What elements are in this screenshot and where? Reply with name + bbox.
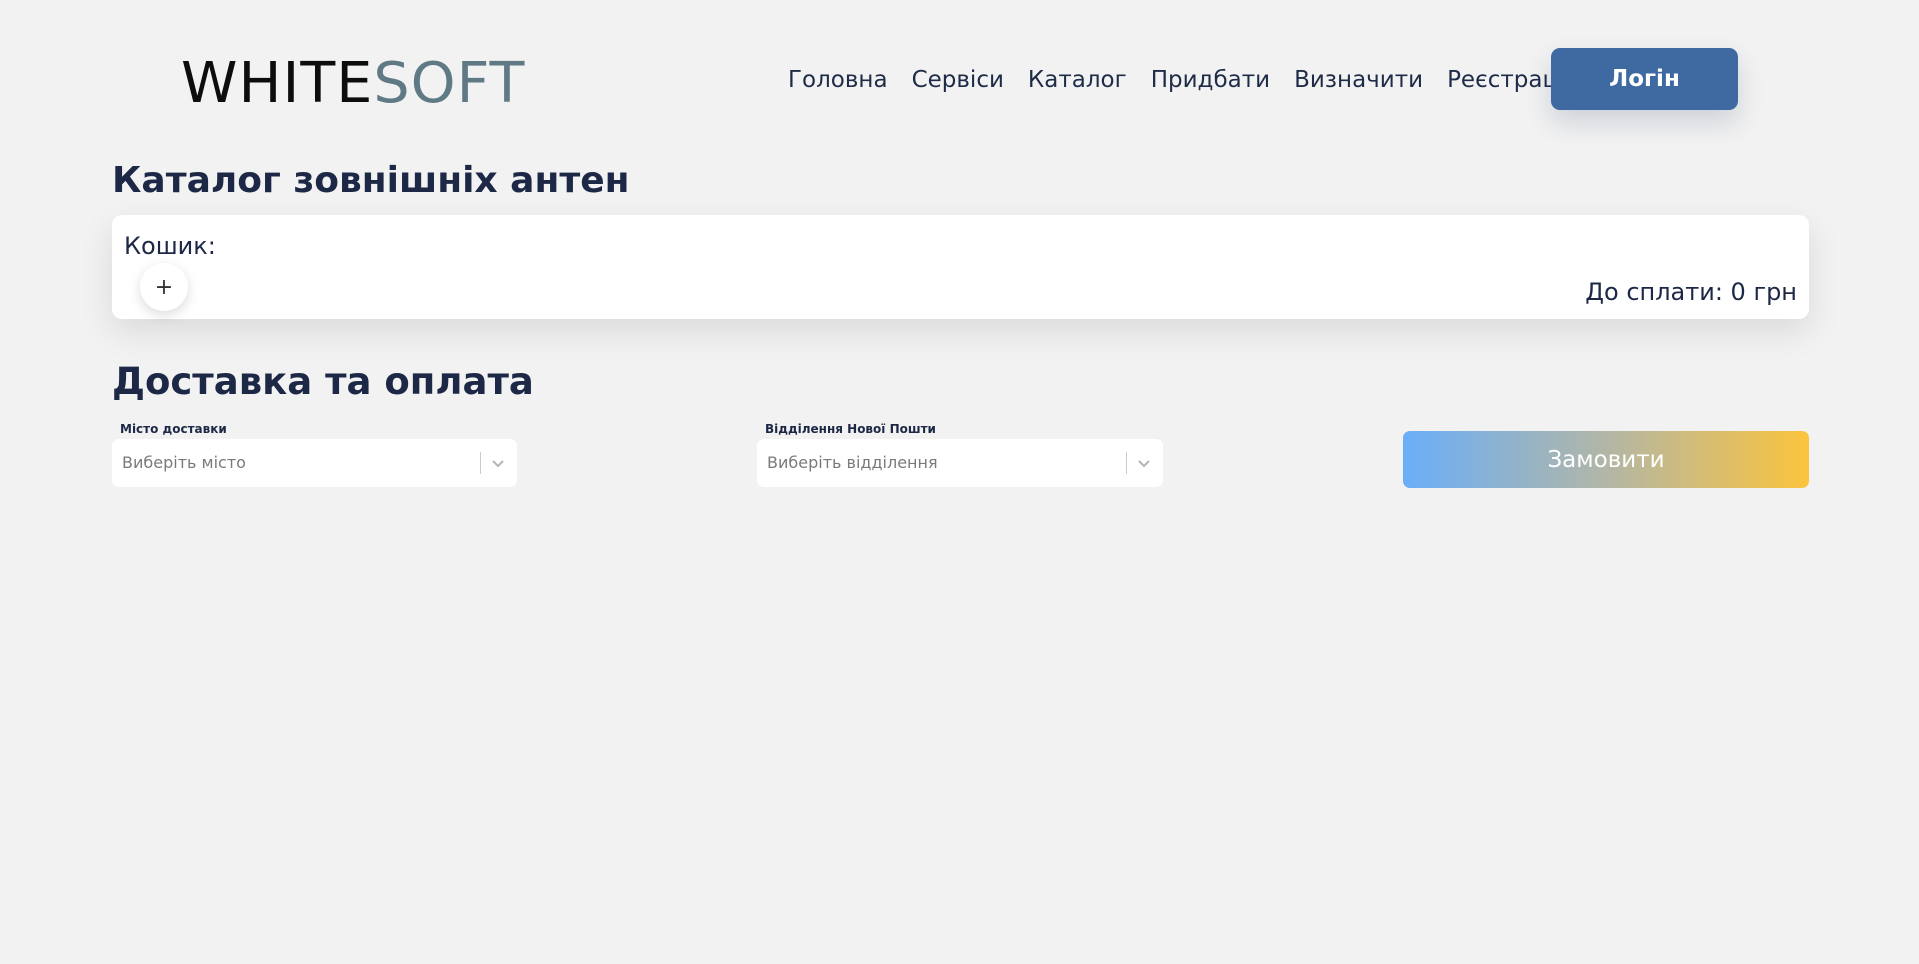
branch-field-label: Відділення Нової Пошти	[765, 422, 936, 436]
cart-label: Кошик:	[124, 232, 216, 260]
cart-card: Кошик: + До сплати: 0 грн	[112, 215, 1809, 319]
select-separator	[480, 452, 481, 474]
city-field-label: Місто доставки	[120, 422, 227, 436]
nav-item-home[interactable]: Головна	[788, 62, 888, 98]
branch-select-placeholder: Виберіть відділення	[767, 453, 938, 472]
delivery-section-title: Доставка та оплата	[112, 360, 534, 403]
city-select[interactable]: Виберіть місто	[112, 439, 517, 487]
order-button[interactable]: Замовити	[1403, 431, 1809, 488]
site-header: WHITESOFT Головна Сервіси Каталог Придба…	[0, 0, 1919, 160]
branch-select[interactable]: Виберіть відділення	[757, 439, 1163, 487]
nav-item-services[interactable]: Сервіси	[912, 62, 1004, 98]
logo[interactable]: WHITESOFT	[181, 52, 525, 116]
nav-item-catalog[interactable]: Каталог	[1028, 62, 1127, 98]
logo-white: WHITE	[181, 51, 374, 116]
chevron-down-icon	[492, 460, 504, 468]
cart-total: До сплати: 0 грн	[1585, 278, 1797, 306]
page-title: Каталог зовнішніх антен	[112, 160, 630, 201]
login-button[interactable]: Логін	[1551, 48, 1738, 110]
nav-item-buy[interactable]: Придбати	[1151, 62, 1270, 98]
chevron-down-icon	[1138, 460, 1150, 468]
logo-soft: SOFT	[373, 51, 526, 116]
city-select-placeholder: Виберіть місто	[122, 453, 246, 472]
main-nav: Головна Сервіси Каталог Придбати Визначи…	[788, 62, 1578, 98]
select-separator	[1126, 452, 1127, 474]
plus-icon: +	[154, 274, 174, 300]
nav-item-determine[interactable]: Визначити	[1294, 62, 1423, 98]
add-item-button[interactable]: +	[140, 263, 188, 311]
